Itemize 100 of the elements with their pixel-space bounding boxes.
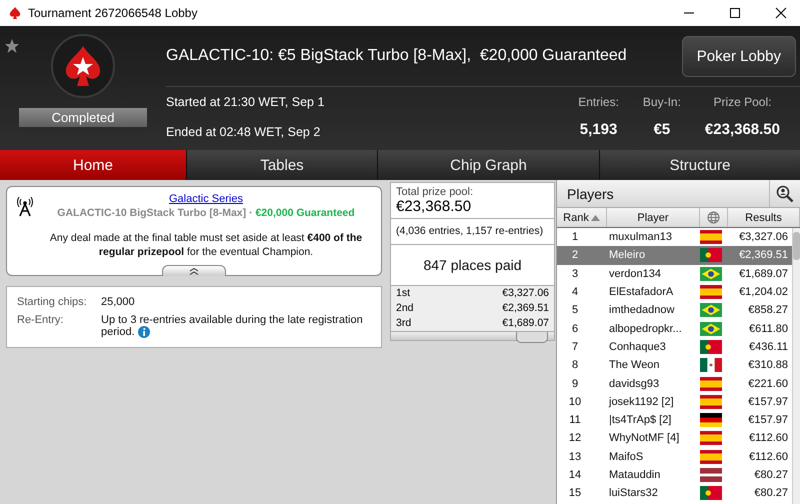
- detail-value: 25,000: [101, 296, 136, 308]
- rank-cell-text: 2: [570, 249, 580, 262]
- rank-cell-text: 6: [570, 322, 580, 335]
- start-time: Started at 21:30 WET, Sep 1: [166, 95, 324, 109]
- player-cell-text: The Weon: [608, 359, 661, 372]
- result-cell-text: €436.11: [748, 340, 789, 353]
- player-row[interactable]: 7 Conhaque3 €436.11: [557, 338, 792, 356]
- player-row[interactable]: 11 |ts4TrAp$ [2] €157.97: [557, 410, 792, 430]
- result-cell-text: €310.88: [747, 359, 789, 372]
- star-icon[interactable]: [4, 38, 20, 54]
- tab[interactable]: Home: [0, 150, 186, 180]
- player-row[interactable]: 14 Matauddin €80.27: [557, 466, 792, 484]
- players-title: Players: [567, 186, 614, 202]
- place-label: 2nd: [396, 301, 414, 316]
- app-logo-icon: [8, 6, 22, 20]
- place-amount: €2,369.51: [502, 301, 549, 316]
- prize-pool-total: €23,368.50: [396, 198, 472, 215]
- player-row[interactable]: 6 albopedropkr... €611.80: [557, 319, 792, 338]
- player-cell-text: Conhaque3: [608, 340, 667, 353]
- column-header[interactable]: Results: [728, 208, 800, 227]
- deal-notice: Any deal made at the final table must set aside at least €400 of the regular prizepool for the eventual Champion.: [48, 231, 364, 259]
- player-cell-text: muxulman13: [608, 231, 673, 244]
- stat-label: Prize Pool:: [713, 95, 772, 109]
- place-amount: €1,689.07: [502, 316, 549, 331]
- player-row[interactable]: 10 josek1192 [2] €157.97: [557, 392, 792, 411]
- end-time: Ended at 02:48 WET, Sep 2: [166, 125, 322, 139]
- result-cell-text: €80.27: [753, 469, 789, 481]
- rank-cell-text: 9: [570, 378, 580, 390]
- player-row[interactable]: 9 davidsg93 €221.60: [557, 374, 792, 393]
- stat-value: €23,368.50: [704, 121, 780, 138]
- player-row[interactable]: 8 The Weon €310.88: [557, 356, 792, 374]
- rank-cell-text: 3: [570, 268, 580, 280]
- player-row[interactable]: 13 MaifoS €112.60: [557, 448, 792, 466]
- expand-button[interactable]: [516, 332, 548, 343]
- rank-cell-text: 10: [568, 396, 582, 408]
- stat-value: 5,193: [580, 121, 618, 138]
- place-label: 1st: [396, 286, 410, 301]
- player-row[interactable]: 4 ElEstafadorA €1,204.02: [557, 282, 792, 302]
- column-header[interactable]: Player: [607, 208, 700, 227]
- info-icon[interactable]: [138, 326, 150, 338]
- rank-cell-text: 5: [570, 304, 580, 316]
- result-cell-text: €157.97: [747, 414, 789, 426]
- player-cell-text: WhyNotMF [4]: [608, 432, 680, 444]
- player-cell-text: MaifoS: [608, 450, 644, 463]
- player-row[interactable]: 2 Meleiro €2,369.51: [557, 246, 792, 265]
- result-cell-text: €112.60: [748, 450, 789, 463]
- prize-pool-label: Total prize pool:: [396, 186, 474, 198]
- result-cell-text: €112.60: [748, 432, 789, 444]
- result-cell-text: €3,327.06: [738, 231, 789, 244]
- rank-cell-text: 4: [570, 286, 580, 298]
- result-cell-text: €157.97: [747, 396, 789, 408]
- status-ribbon: Completed: [19, 108, 147, 127]
- stat-label: Buy-In:: [642, 95, 681, 109]
- player-cell-text: albopedropkr...: [608, 322, 683, 335]
- rank-cell-text: 13: [568, 450, 582, 463]
- player-row[interactable]: 15 luiStars32 €80.27: [557, 484, 792, 502]
- rank-cell-text: 1: [570, 231, 580, 244]
- rank-cell-text: 7: [570, 340, 580, 353]
- player-cell-text: verdon134: [608, 268, 662, 280]
- series-subtitle: GALACTIC-10 BigStack Turbo [8-Max] · €20,000 Guaranteed: [56, 207, 356, 219]
- result-cell-text: €221.60: [747, 378, 789, 390]
- result-cell-text: €2,369.51: [738, 249, 789, 262]
- result-cell-text: €611.80: [748, 322, 789, 335]
- column-header[interactable]: Rank: [557, 208, 607, 227]
- series-link[interactable]: Galactic Series: [169, 193, 243, 205]
- rank-cell-text: 8: [570, 359, 580, 372]
- detail-value: Up to 3 re-entries available during the late registration period.: [101, 314, 364, 338]
- player-cell-text: |ts4TrAp$ [2]: [608, 414, 672, 426]
- stat-value: €5: [654, 121, 670, 138]
- detail-label: Re-Entry:: [17, 314, 64, 328]
- tab[interactable]: Chip Graph: [378, 150, 599, 180]
- result-cell-text: €1,689.07: [738, 268, 789, 280]
- player-row[interactable]: 1 muxulman13 €3,327.06: [557, 228, 792, 246]
- player-cell-text: davidsg93: [608, 378, 660, 390]
- entries-note: (4,036 entries, 1,157 re-entries): [391, 219, 554, 245]
- antenna-icon: [16, 197, 34, 217]
- rank-cell-text: 15: [568, 487, 582, 500]
- player-cell-text: luiStars32: [608, 487, 659, 500]
- player-row[interactable]: 3 verdon134 €1,689.07: [557, 264, 792, 283]
- rank-cell-text: 11: [568, 414, 582, 426]
- player-cell-text: josek1192 [2]: [608, 396, 675, 408]
- result-cell-text: €858.27: [747, 304, 789, 316]
- poker-lobby-button[interactable]: Poker Lobby: [682, 36, 796, 76]
- tournament-title: GALACTIC-10: €5 BigStack Turbo [8-Max], €20,000 Guaranteed: [166, 47, 627, 65]
- rank-cell-text: 12: [568, 432, 582, 444]
- player-row[interactable]: 12 WhyNotMF [4] €112.60: [557, 429, 792, 448]
- tab[interactable]: Structure: [600, 150, 800, 180]
- detail-label: Starting chips:: [17, 296, 88, 308]
- player-cell-text: ElEstafadorA: [608, 286, 674, 298]
- stat-label: Entries:: [578, 95, 619, 109]
- place-label: 3rd: [396, 316, 412, 331]
- scrollbar-thumb[interactable]: [793, 232, 800, 260]
- player-cell-text: imthedadnow: [608, 304, 676, 316]
- window-title: Tournament 2672066548 Lobby: [28, 6, 198, 20]
- player-cell-text: Matauddin: [608, 469, 662, 481]
- place-amount: €3,327.06: [502, 286, 549, 301]
- player-row[interactable]: 5 imthedadnow €858.27: [557, 301, 792, 320]
- chevron-up-icon: [189, 268, 199, 274]
- tab[interactable]: Tables: [187, 150, 377, 180]
- collapse-button[interactable]: [162, 265, 226, 276]
